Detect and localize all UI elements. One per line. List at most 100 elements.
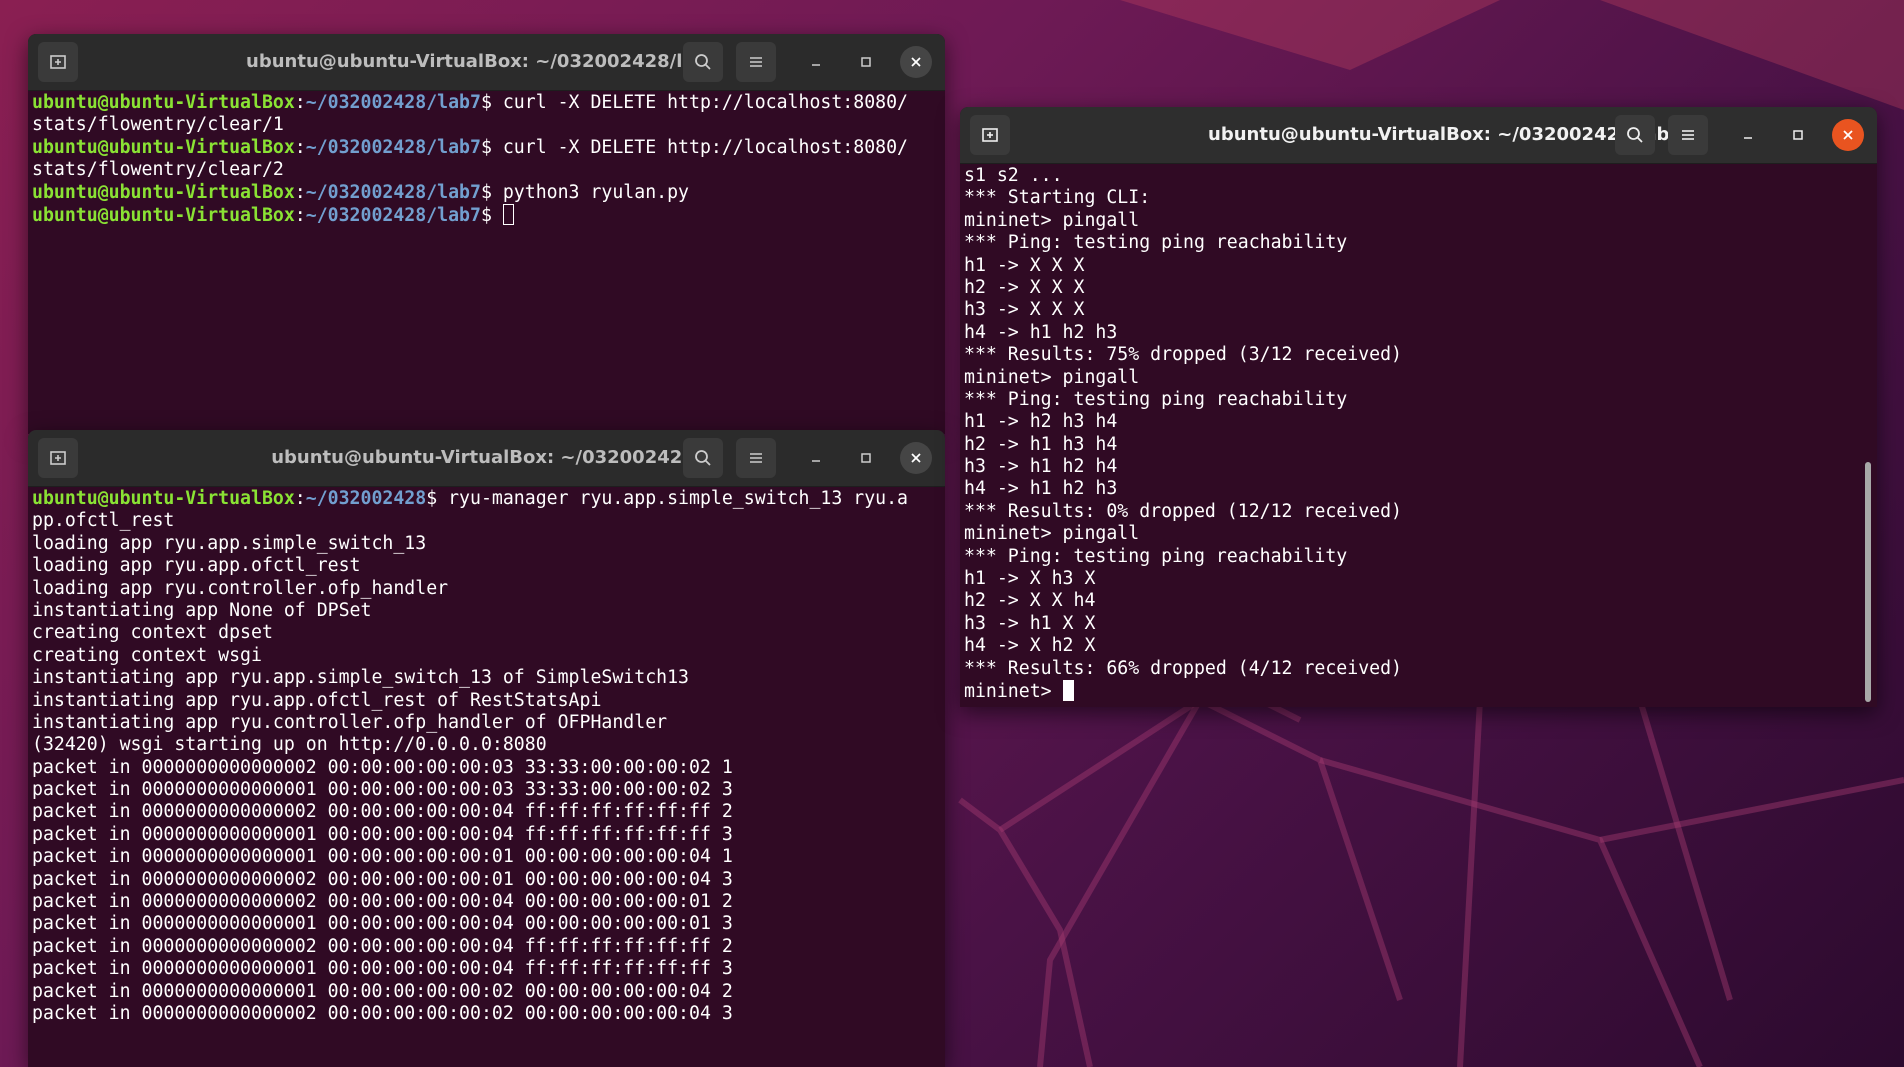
prompt-user: ubuntu@ubuntu-VirtualBox [32,204,295,226]
hamburger-menu-icon [750,57,762,67]
output-text: mininet> pingall [964,209,1140,231]
output-text: packet in 0000000000000001 00:00:00:00:0… [32,958,733,980]
terminal-line: h3 -> h1 h2 h4 [964,456,1877,478]
terminal-line: instantiating app ryu.app.simple_switch_… [32,667,945,689]
terminal-window-mininet[interactable]: ubuntu@ubuntu-VirtualBox: ~/032002428/la… [960,107,1877,707]
terminal-line: (32420) wsgi starting up on http://0.0.0… [32,734,945,756]
terminal-line: *** Ping: testing ping reachability [964,389,1877,411]
output-text: stats/flowentry/clear/2 [32,159,284,181]
minimize-icon [812,64,820,66]
close-button[interactable] [900,46,932,78]
text-cursor [1062,679,1074,701]
terminal-line: ubuntu@ubuntu-VirtualBox:~/032002428/lab… [32,181,689,203]
output-text: h2 -> h1 h3 h4 [964,433,1118,455]
maximize-button[interactable] [1782,119,1814,151]
terminal-output[interactable]: s1 s2 ... *** Starting CLI: mininet> pinga… [960,163,1877,707]
minimize-button[interactable] [800,442,832,474]
search-button[interactable] [1615,115,1655,155]
new-tab-button[interactable] [38,42,78,82]
search-button[interactable] [683,438,723,478]
output-text: packet in 0000000000000001 00:00:00:00:0… [32,823,733,845]
terminal-line: h2 -> X X h4 [964,590,1877,612]
scrollbar[interactable] [1865,462,1871,702]
maximize-icon [861,57,871,67]
titlebar[interactable]: ubuntu@ubuntu-VirtualBox: ~/032002428/la… [960,107,1877,164]
minimize-button[interactable] [1732,119,1764,151]
terminal-line: packet in 0000000000000002 00:00:00:00:0… [32,1003,945,1025]
terminal-line: *** Results: 75% dropped (3/12 received) [964,344,1877,366]
output-text: packet in 0000000000000001 00:00:00:00:0… [32,846,733,868]
terminal-line: packet in 0000000000000001 00:00:00:00:0… [32,981,945,1003]
output-text: stats/flowentry/clear/1 [32,114,284,136]
prompt-path: ~/032002428/lab7 [305,204,481,226]
terminal-line: *** Ping: testing ping reachability [964,546,1877,568]
output-text: mininet> pingall [964,523,1140,545]
search-button[interactable] [683,42,723,82]
prompt-user: ubuntu@ubuntu-VirtualBox [32,92,295,113]
menu-button[interactable] [1668,115,1708,155]
terminal-output[interactable]: ubuntu@ubuntu-VirtualBox:~/032002428/lab… [28,90,945,434]
terminal-line: h3 -> X X X [964,299,1877,321]
command-text: $ curl -X DELETE http://localhost:8080/ [480,136,908,158]
terminal-line: packet in 0000000000000002 00:00:00:00:0… [32,869,945,891]
terminal-line: stats/flowentry/clear/1 [32,114,945,136]
output-text: packet in 0000000000000002 00:00:00:00:0… [32,756,733,778]
search-icon [695,54,711,70]
prompt-path: ~/032002428/lab7 [305,92,481,113]
terminal-line: h1 -> X h3 X [964,568,1877,590]
output-text: h4 -> h1 h2 h3 [964,321,1118,343]
terminal-line: creating context wsgi [32,645,945,667]
close-button[interactable] [1832,119,1864,151]
maximize-button[interactable] [850,442,882,474]
new-tab-button[interactable] [38,438,78,478]
hamburger-menu-icon [750,453,762,463]
close-icon [911,57,921,67]
maximize-icon [1793,130,1803,140]
prompt-path: ~/032002428 [305,488,427,509]
terminal-line: loading app ryu.app.ofctl_rest [32,555,945,577]
terminal-line: ubuntu@ubuntu-VirtualBox:~/032002428/lab… [32,92,908,113]
terminal-line: packet in 0000000000000001 00:00:00:00:0… [32,779,945,801]
close-button[interactable] [900,442,932,474]
minimize-button[interactable] [800,46,832,78]
terminal-line: ubuntu@ubuntu-VirtualBox:~/032002428$ ry… [32,488,908,509]
terminal-line: mininet> pingall [964,523,1877,545]
terminal-line: instantiating app ryu.controller.ofp_han… [32,712,945,734]
output-text: *** Results: 75% dropped (3/12 received) [964,344,1402,366]
terminal-line: stats/flowentry/clear/2 [32,159,945,181]
output-text: h4 -> h1 h2 h3 [964,478,1118,500]
new-tab-icon [50,55,66,69]
command-text: $ ryu-manager ryu.app.simple_switch_13 r… [426,488,908,509]
terminal-output[interactable]: ubuntu@ubuntu-VirtualBox:~/032002428$ ry… [28,486,945,1067]
terminal-line: instantiating app None of DPSet [32,600,945,622]
terminal-line: h4 -> X h2 X [964,635,1877,657]
output-text: *** Results: 0% dropped (12/12 received) [964,500,1402,522]
titlebar[interactable]: ubuntu@ubuntu-VirtualBox: ~/032002428/la… [28,34,945,91]
menu-button[interactable] [736,438,776,478]
prompt-user: ubuntu@ubuntu-VirtualBox [32,181,295,203]
terminal-line: *** Starting CLI: [964,187,1877,209]
output-text: instantiating app ryu.app.simple_switch_… [32,667,689,689]
output-text: instantiating app None of DPSet [32,599,372,621]
maximize-button[interactable] [850,46,882,78]
output-text: instantiating app ryu.app.ofctl_rest of … [32,689,602,711]
output-text: *** Results: 66% dropped (4/12 received) [964,657,1402,679]
titlebar[interactable]: ubuntu@ubuntu-VirtualBox: ~/032002428 [28,430,945,487]
close-icon [911,453,921,463]
output-text: h2 -> X X h4 [964,590,1096,612]
terminal-window-lab7-top[interactable]: ubuntu@ubuntu-VirtualBox: ~/032002428/la… [28,34,945,434]
terminal-window-ryu-manager[interactable]: ubuntu@ubuntu-VirtualBox: ~/032002428 ub… [28,430,945,1067]
terminal-line: packet in 0000000000000002 00:00:00:00:0… [32,757,945,779]
terminal-line: ubuntu@ubuntu-VirtualBox:~/032002428/lab… [32,136,908,158]
prompt-path: ~/032002428/lab7 [305,181,481,203]
new-tab-button[interactable] [970,115,1010,155]
terminal-line: h4 -> h1 h2 h3 [964,478,1877,500]
new-tab-icon [50,451,66,465]
terminal-line: pp.ofctl_rest [32,510,945,532]
menu-button[interactable] [736,42,776,82]
output-text: h3 -> X X X [964,299,1085,321]
new-tab-icon [982,128,998,142]
terminal-line: loading app ryu.app.simple_switch_13 [32,533,945,555]
output-text: s1 s2 ... [964,165,1063,186]
terminal-line: *** Results: 0% dropped (12/12 received) [964,501,1877,523]
